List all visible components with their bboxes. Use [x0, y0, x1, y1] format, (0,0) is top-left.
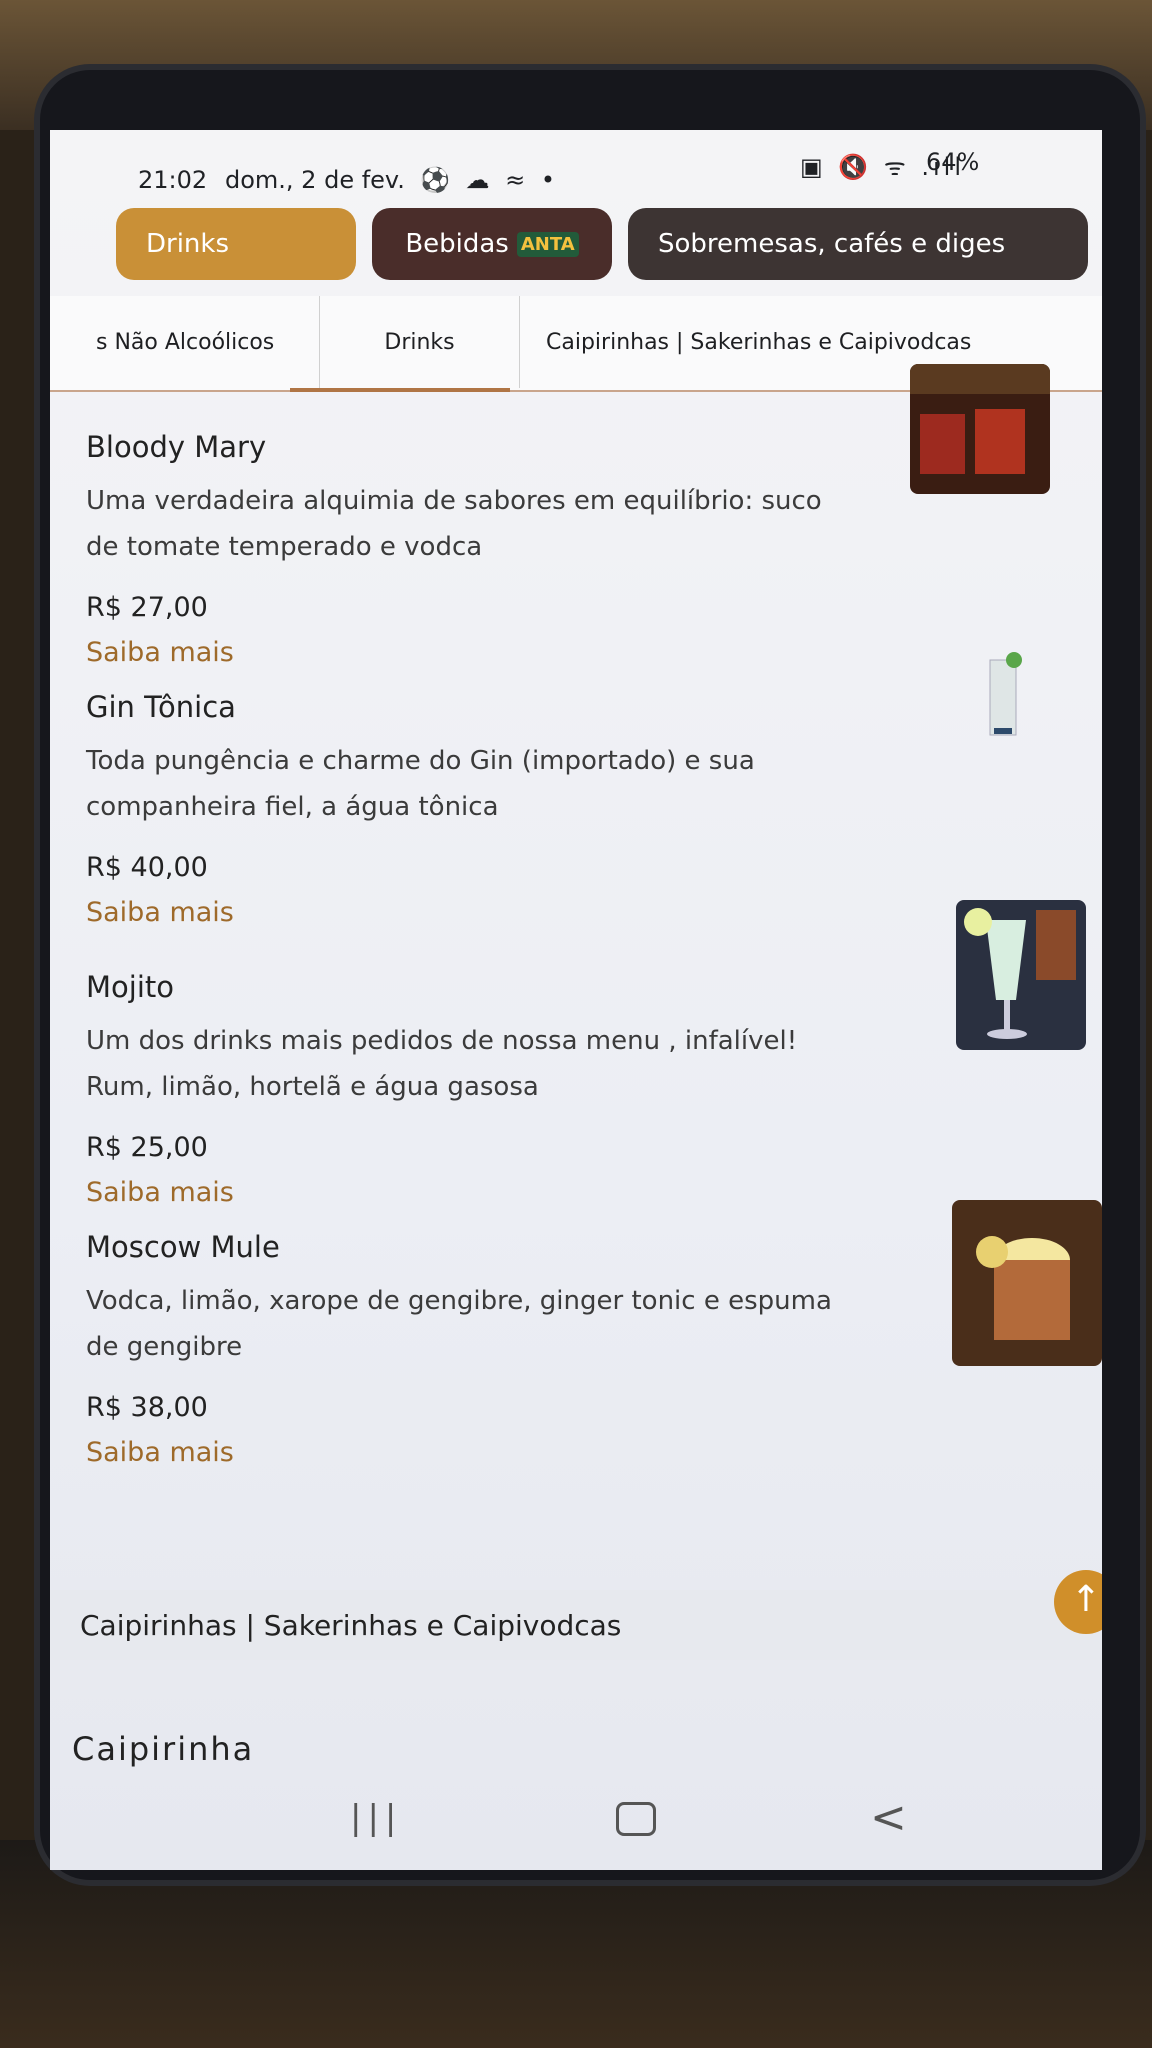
home-icon[interactable]	[616, 1802, 656, 1836]
subtab-nao-alcoolicos[interactable]: s Não Alcoólicos	[50, 296, 320, 388]
item-name: Moscow Mule	[86, 1230, 280, 1264]
tab-label: Bebidas	[405, 229, 509, 259]
item-description: Um dos drinks mais pedidos de nossa menu…	[86, 1026, 798, 1102]
item-description: Toda pungência e charme do Gin (importad…	[86, 746, 755, 822]
status-date: dom., 2 de fev.	[225, 166, 405, 194]
saiba-mais-link[interactable]: Saiba mais	[86, 1177, 1086, 1208]
tab-bebidas[interactable]: Bebidas ANTA	[372, 208, 612, 280]
brand-logo-badge: ANTA	[516, 231, 579, 257]
active-subtab-indicator	[290, 388, 510, 392]
item-price: R$ 38,00	[86, 1392, 208, 1423]
subtab-label: Caipirinhas | Sakerinhas e Caipivodcas	[546, 329, 972, 355]
notification-icons: ⚽ ☁ ≈ •	[420, 166, 560, 194]
mojito-image	[956, 900, 1086, 1050]
item-description: Vodca, limão, xarope de gengibre, ginger…	[86, 1286, 832, 1362]
item-name: Gin Tônica	[86, 690, 236, 724]
recents-icon[interactable]: |||	[350, 1798, 402, 1838]
item-description: Uma verdadeira alquimia de sabores em eq…	[86, 486, 822, 562]
menu-item[interactable]: Gin Tônica Toda pungência e charme do Gi…	[86, 690, 1086, 928]
android-nav-bar: ||| <	[50, 1784, 1102, 1870]
item-price: R$ 27,00	[86, 592, 208, 623]
item-name: Mojito	[86, 970, 174, 1004]
saiba-mais-link[interactable]: Saiba mais	[86, 1437, 1086, 1468]
status-bar: 21:02 dom., 2 de fev. ⚽ ☁ ≈ • ▣ 🔇 ᯤ .ıll…	[50, 130, 1102, 194]
section-title: Caipirinhas | Sakerinhas e Caipivodcas	[80, 1608, 622, 1642]
next-item-title: Caipirinha	[72, 1730, 255, 1768]
bloody-mary-image	[910, 364, 1050, 494]
menu-item[interactable]: Mojito Um dos drinks mais pedidos de nos…	[86, 970, 1086, 1208]
section-header: Caipirinhas | Sakerinhas e Caipivodcas	[50, 1590, 1102, 1660]
category-tabs: Drinks Bebidas ANTA Sobremesas, cafés e …	[50, 194, 1102, 284]
subtab-label: Drinks	[384, 329, 455, 355]
subtab-label: s Não Alcoólicos	[96, 329, 275, 355]
item-price: R$ 40,00	[86, 852, 208, 883]
gin-tonica-image	[986, 650, 1022, 740]
battery-level: 64%	[926, 148, 980, 176]
tab-label: Sobremesas, cafés e diges	[658, 229, 1006, 259]
status-time: 21:02	[138, 166, 208, 194]
menu-item[interactable]: Moscow Mule Vodca, limão, xarope de geng…	[86, 1230, 1086, 1468]
tab-sobremesas[interactable]: Sobremesas, cafés e diges	[628, 208, 1088, 280]
item-price: R$ 25,00	[86, 1132, 208, 1163]
phone-screen: 21:02 dom., 2 de fev. ⚽ ☁ ≈ • ▣ 🔇 ᯤ .ıll…	[50, 130, 1102, 1870]
moscow-mule-image	[952, 1200, 1102, 1366]
subtab-drinks[interactable]: Drinks	[320, 296, 520, 388]
saiba-mais-link[interactable]: Saiba mais	[86, 637, 1086, 668]
tab-drinks[interactable]: Drinks	[116, 208, 356, 280]
saiba-mais-link[interactable]: Saiba mais	[86, 897, 1086, 928]
tab-label: Drinks	[146, 229, 230, 259]
arrow-up-icon: ↑	[1070, 1579, 1102, 1620]
back-icon[interactable]: <	[870, 1792, 907, 1843]
